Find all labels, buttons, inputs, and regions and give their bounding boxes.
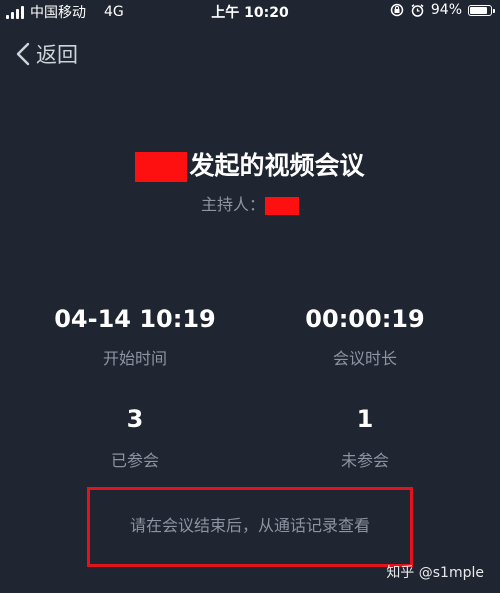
watermark: 知乎 @s1mple — [386, 565, 484, 581]
alarm-icon — [411, 3, 424, 17]
notice-text: 请在会议结束后，从通话记录查看 — [129, 516, 370, 535]
start-time-label: 开始时间 — [102, 349, 167, 368]
battery-icon — [468, 4, 495, 16]
joined-label: 已参会 — [110, 451, 159, 470]
meeting-title-text: 发起的视频会议 — [189, 151, 365, 180]
rotation-lock-icon — [390, 3, 404, 17]
chevron-left-icon — [16, 42, 30, 66]
back-label: 返回 — [36, 43, 78, 67]
duration-value: 00:00:19 — [305, 305, 425, 333]
not-joined-count: 1 — [356, 405, 374, 433]
redacted-organizer-name — [135, 152, 188, 182]
redacted-host-name — [265, 196, 299, 215]
meeting-title: 发起的视频会议 — [0, 146, 500, 182]
status-bar: 中国移动 4G 上午 10:20 94% — [0, 0, 500, 24]
status-right: 94% — [390, 2, 495, 18]
duration-label: 会议时长 — [332, 349, 397, 368]
host-label: 主持人： — [200, 195, 265, 214]
battery-percent: 94% — [430, 2, 462, 18]
start-time-value: 04-14 10:19 — [54, 305, 216, 333]
host-line: 主持人： — [0, 191, 500, 215]
joined-count: 3 — [126, 405, 144, 433]
not-joined-label: 未参会 — [340, 451, 389, 470]
back-button[interactable]: 返回 — [16, 37, 78, 71]
